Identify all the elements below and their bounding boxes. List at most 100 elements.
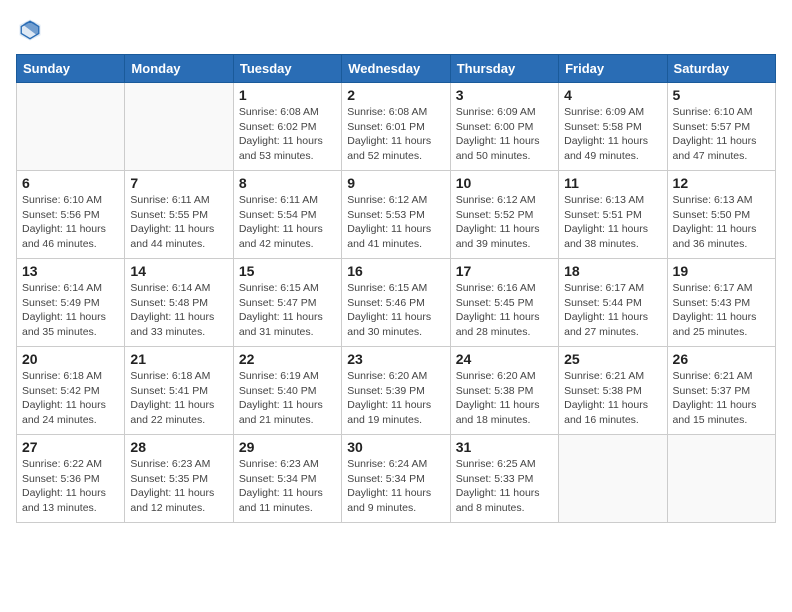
day-header-saturday: Saturday <box>667 55 775 83</box>
day-info: Sunrise: 6:22 AM Sunset: 5:36 PM Dayligh… <box>22 457 119 516</box>
calendar-cell: 29 Sunrise: 6:23 AM Sunset: 5:34 PM Dayli… <box>233 435 341 523</box>
day-number: 4 <box>564 87 661 103</box>
day-info: Sunrise: 6:18 AM Sunset: 5:41 PM Dayligh… <box>130 369 227 428</box>
day-info: Sunrise: 6:11 AM Sunset: 5:55 PM Dayligh… <box>130 193 227 252</box>
day-info: Sunrise: 6:14 AM Sunset: 5:48 PM Dayligh… <box>130 281 227 340</box>
calendar-cell: 22 Sunrise: 6:19 AM Sunset: 5:40 PM Dayli… <box>233 347 341 435</box>
day-number: 21 <box>130 351 227 367</box>
day-info: Sunrise: 6:20 AM Sunset: 5:38 PM Dayligh… <box>456 369 553 428</box>
calendar-cell: 19 Sunrise: 6:17 AM Sunset: 5:43 PM Dayli… <box>667 259 775 347</box>
day-number: 9 <box>347 175 444 191</box>
day-number: 26 <box>673 351 770 367</box>
day-info: Sunrise: 6:15 AM Sunset: 5:47 PM Dayligh… <box>239 281 336 340</box>
day-info: Sunrise: 6:25 AM Sunset: 5:33 PM Dayligh… <box>456 457 553 516</box>
logo <box>16 16 48 44</box>
day-info: Sunrise: 6:13 AM Sunset: 5:50 PM Dayligh… <box>673 193 770 252</box>
calendar-week-1: 1 Sunrise: 6:08 AM Sunset: 6:02 PM Daylig… <box>17 83 776 171</box>
page-header <box>16 16 776 44</box>
logo-icon <box>16 16 44 44</box>
day-info: Sunrise: 6:20 AM Sunset: 5:39 PM Dayligh… <box>347 369 444 428</box>
day-number: 16 <box>347 263 444 279</box>
calendar-cell: 4 Sunrise: 6:09 AM Sunset: 5:58 PM Daylig… <box>559 83 667 171</box>
day-number: 1 <box>239 87 336 103</box>
day-info: Sunrise: 6:17 AM Sunset: 5:43 PM Dayligh… <box>673 281 770 340</box>
day-info: Sunrise: 6:23 AM Sunset: 5:35 PM Dayligh… <box>130 457 227 516</box>
calendar-cell: 15Sunrise: 6:15 AM Sunset: 5:47 PM Dayli… <box>233 259 341 347</box>
calendar-cell: 6 Sunrise: 6:10 AM Sunset: 5:56 PM Daylig… <box>17 171 125 259</box>
day-info: Sunrise: 6:23 AM Sunset: 5:34 PM Dayligh… <box>239 457 336 516</box>
day-header-monday: Monday <box>125 55 233 83</box>
day-number: 24 <box>456 351 553 367</box>
day-info: Sunrise: 6:12 AM Sunset: 5:53 PM Dayligh… <box>347 193 444 252</box>
day-number: 22 <box>239 351 336 367</box>
day-info: Sunrise: 6:24 AM Sunset: 5:34 PM Dayligh… <box>347 457 444 516</box>
calendar-cell: 21 Sunrise: 6:18 AM Sunset: 5:41 PM Dayli… <box>125 347 233 435</box>
day-number: 12 <box>673 175 770 191</box>
calendar-cell: 26 Sunrise: 6:21 AM Sunset: 5:37 PM Dayli… <box>667 347 775 435</box>
day-info: Sunrise: 6:08 AM Sunset: 6:02 PM Dayligh… <box>239 105 336 164</box>
day-info: Sunrise: 6:16 AM Sunset: 5:45 PM Dayligh… <box>456 281 553 340</box>
calendar-cell: 20 Sunrise: 6:18 AM Sunset: 5:42 PM Dayli… <box>17 347 125 435</box>
calendar-table: SundayMondayTuesdayWednesdayThursdayFrid… <box>16 54 776 523</box>
day-number: 18 <box>564 263 661 279</box>
day-number: 13 <box>22 263 119 279</box>
calendar-cell: 8Sunrise: 6:11 AM Sunset: 5:54 PM Daylig… <box>233 171 341 259</box>
calendar-header-row: SundayMondayTuesdayWednesdayThursdayFrid… <box>17 55 776 83</box>
day-header-thursday: Thursday <box>450 55 558 83</box>
day-header-wednesday: Wednesday <box>342 55 450 83</box>
calendar-cell <box>559 435 667 523</box>
calendar-cell <box>667 435 775 523</box>
day-number: 30 <box>347 439 444 455</box>
calendar-cell: 25 Sunrise: 6:21 AM Sunset: 5:38 PM Dayli… <box>559 347 667 435</box>
calendar-cell: 24 Sunrise: 6:20 AM Sunset: 5:38 PM Dayli… <box>450 347 558 435</box>
day-info: Sunrise: 6:18 AM Sunset: 5:42 PM Dayligh… <box>22 369 119 428</box>
calendar-cell: 1 Sunrise: 6:08 AM Sunset: 6:02 PM Daylig… <box>233 83 341 171</box>
calendar-cell <box>17 83 125 171</box>
day-number: 7 <box>130 175 227 191</box>
day-number: 31 <box>456 439 553 455</box>
calendar-cell: 11 Sunrise: 6:13 AM Sunset: 5:51 PM Dayli… <box>559 171 667 259</box>
day-info: Sunrise: 6:21 AM Sunset: 5:37 PM Dayligh… <box>673 369 770 428</box>
calendar-cell: 30 Sunrise: 6:24 AM Sunset: 5:34 PM Dayli… <box>342 435 450 523</box>
day-info: Sunrise: 6:10 AM Sunset: 5:56 PM Dayligh… <box>22 193 119 252</box>
day-number: 29 <box>239 439 336 455</box>
calendar-week-5: 27 Sunrise: 6:22 AM Sunset: 5:36 PM Dayli… <box>17 435 776 523</box>
calendar-cell: 7 Sunrise: 6:11 AM Sunset: 5:55 PM Daylig… <box>125 171 233 259</box>
day-header-friday: Friday <box>559 55 667 83</box>
calendar-cell: 13Sunrise: 6:14 AM Sunset: 5:49 PM Dayli… <box>17 259 125 347</box>
day-number: 3 <box>456 87 553 103</box>
calendar-cell: 27 Sunrise: 6:22 AM Sunset: 5:36 PM Dayli… <box>17 435 125 523</box>
calendar-cell: 17 Sunrise: 6:16 AM Sunset: 5:45 PM Dayli… <box>450 259 558 347</box>
day-info: Sunrise: 6:09 AM Sunset: 6:00 PM Dayligh… <box>456 105 553 164</box>
day-header-sunday: Sunday <box>17 55 125 83</box>
calendar-cell: 14Sunrise: 6:14 AM Sunset: 5:48 PM Dayli… <box>125 259 233 347</box>
day-number: 6 <box>22 175 119 191</box>
day-info: Sunrise: 6:10 AM Sunset: 5:57 PM Dayligh… <box>673 105 770 164</box>
calendar-cell: 12 Sunrise: 6:13 AM Sunset: 5:50 PM Dayli… <box>667 171 775 259</box>
day-header-tuesday: Tuesday <box>233 55 341 83</box>
day-number: 27 <box>22 439 119 455</box>
day-number: 17 <box>456 263 553 279</box>
day-info: Sunrise: 6:17 AM Sunset: 5:44 PM Dayligh… <box>564 281 661 340</box>
day-info: Sunrise: 6:13 AM Sunset: 5:51 PM Dayligh… <box>564 193 661 252</box>
calendar-cell: 3 Sunrise: 6:09 AM Sunset: 6:00 PM Daylig… <box>450 83 558 171</box>
day-number: 11 <box>564 175 661 191</box>
day-number: 8 <box>239 175 336 191</box>
day-number: 2 <box>347 87 444 103</box>
day-info: Sunrise: 6:12 AM Sunset: 5:52 PM Dayligh… <box>456 193 553 252</box>
day-number: 28 <box>130 439 227 455</box>
day-number: 25 <box>564 351 661 367</box>
day-number: 19 <box>673 263 770 279</box>
calendar-week-3: 13Sunrise: 6:14 AM Sunset: 5:49 PM Dayli… <box>17 259 776 347</box>
day-number: 5 <box>673 87 770 103</box>
day-info: Sunrise: 6:21 AM Sunset: 5:38 PM Dayligh… <box>564 369 661 428</box>
day-number: 20 <box>22 351 119 367</box>
day-info: Sunrise: 6:19 AM Sunset: 5:40 PM Dayligh… <box>239 369 336 428</box>
calendar-cell <box>125 83 233 171</box>
day-number: 23 <box>347 351 444 367</box>
calendar-cell: 31 Sunrise: 6:25 AM Sunset: 5:33 PM Dayli… <box>450 435 558 523</box>
day-info: Sunrise: 6:15 AM Sunset: 5:46 PM Dayligh… <box>347 281 444 340</box>
day-info: Sunrise: 6:08 AM Sunset: 6:01 PM Dayligh… <box>347 105 444 164</box>
day-info: Sunrise: 6:09 AM Sunset: 5:58 PM Dayligh… <box>564 105 661 164</box>
calendar-cell: 9 Sunrise: 6:12 AM Sunset: 5:53 PM Daylig… <box>342 171 450 259</box>
